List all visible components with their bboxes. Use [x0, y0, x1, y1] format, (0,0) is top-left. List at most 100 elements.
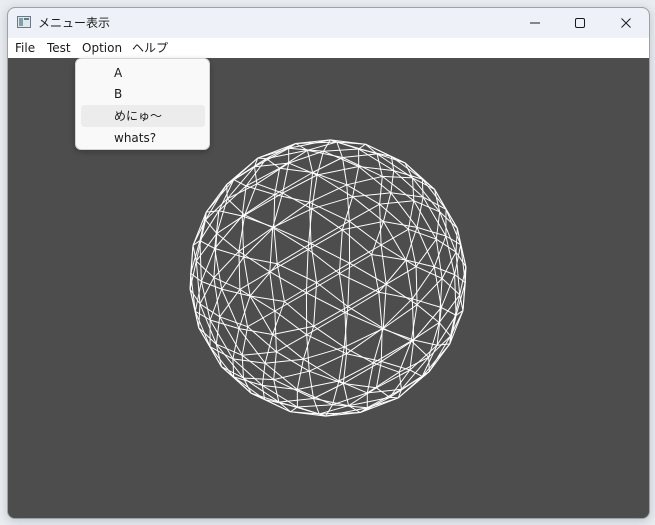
sphere-edge — [338, 273, 346, 313]
sphere-edge — [250, 392, 280, 403]
sphere-edge — [257, 143, 296, 159]
sphere-edge — [437, 343, 450, 346]
sphere-edge — [241, 326, 249, 356]
sphere-edge — [347, 283, 387, 308]
menu-test[interactable]: Test — [47, 40, 71, 56]
title-bar[interactable]: メニュー表示 — [8, 8, 649, 38]
sphere-edge — [381, 176, 415, 202]
sphere-edge — [342, 383, 350, 406]
sphere-edge — [272, 325, 314, 335]
sphere-edge — [232, 328, 240, 359]
dropdown-item-whats[interactable]: whats? — [81, 127, 205, 149]
sphere-edge — [407, 200, 415, 230]
sphere-edge — [360, 397, 399, 413]
close-button[interactable] — [603, 8, 649, 38]
sphere-edge — [206, 210, 219, 213]
sphere-edge — [273, 226, 312, 244]
sphere-edge — [205, 184, 228, 213]
sphere-edge — [221, 288, 240, 329]
sphere-edge — [276, 243, 312, 265]
sphere-edge — [219, 316, 248, 328]
sphere-edge — [199, 240, 215, 249]
sphere-edge — [241, 354, 275, 380]
sphere-edge — [344, 291, 380, 313]
menu-bar: File Test Option ヘルプ — [8, 38, 649, 58]
sphere-edge — [238, 251, 241, 290]
sphere-edge — [282, 192, 313, 210]
sphere-edge — [376, 387, 390, 398]
sphere-edge — [343, 360, 382, 384]
sphere-edge — [380, 244, 387, 285]
sphere-edge — [338, 362, 374, 382]
sphere-edge — [339, 254, 372, 274]
sphere-edge — [343, 327, 384, 348]
sphere-edge — [381, 360, 411, 371]
sphere-edge — [297, 380, 340, 390]
sphere-edge — [378, 259, 407, 293]
sphere-edge — [382, 284, 387, 329]
sphere-edge — [296, 359, 304, 390]
menu-option[interactable]: Option — [82, 40, 122, 56]
maximize-button[interactable] — [557, 8, 603, 38]
sphere-edge — [243, 377, 274, 381]
sphere-edge — [390, 170, 395, 193]
sphere-edge — [302, 326, 315, 360]
sphere-edge — [316, 282, 349, 307]
minimize-icon — [530, 22, 540, 24]
sphere-edge — [421, 179, 424, 198]
sphere-edge — [449, 336, 451, 344]
sphere-edge — [272, 227, 309, 250]
minimize-button[interactable] — [512, 8, 558, 38]
sphere-edge — [269, 271, 276, 312]
sphere-edge — [382, 192, 392, 222]
menu-help[interactable]: ヘルプ — [132, 40, 168, 56]
sphere-edge — [381, 298, 413, 330]
sphere-edge — [309, 172, 314, 203]
sphere-edge — [313, 282, 318, 327]
sphere-edge — [412, 177, 415, 201]
dropdown-item-a[interactable]: A — [81, 62, 205, 84]
sphere-edge — [232, 358, 266, 364]
sphere-edge — [257, 157, 267, 160]
sphere-edge — [378, 292, 383, 329]
sphere-edge — [445, 209, 462, 245]
sphere-edge — [441, 278, 461, 296]
sphere-edge — [347, 306, 384, 329]
dropdown-item-b[interactable]: B — [81, 83, 205, 105]
sphere-edge — [408, 228, 437, 240]
sphere-edge — [415, 266, 418, 305]
sphere-edge — [241, 194, 275, 217]
sphere-edge — [376, 153, 406, 164]
sphere-edge — [284, 301, 315, 327]
sphere-edge — [381, 328, 414, 341]
sphere-edge — [306, 273, 340, 294]
sphere-edge — [311, 208, 343, 231]
sphere-edge — [198, 303, 201, 328]
sphere-edge — [266, 143, 296, 160]
sphere-edge — [243, 256, 278, 265]
sphere-edge — [342, 221, 384, 231]
sphere-edge — [264, 334, 274, 364]
sphere-edge — [371, 254, 380, 293]
sphere-edge — [411, 266, 435, 300]
sphere-edge — [373, 362, 400, 373]
sphere-edge — [313, 325, 345, 348]
sphere-edge — [410, 304, 418, 341]
sphere-edge — [273, 227, 278, 264]
sphere-edge — [310, 220, 350, 244]
sphere-edge — [221, 256, 245, 290]
sphere-edge — [273, 370, 310, 381]
sphere-edge — [352, 166, 360, 197]
sphere-edge — [385, 266, 417, 285]
sphere-edge — [266, 158, 280, 169]
sphere-edge — [310, 243, 350, 264]
sphere-edge — [276, 263, 285, 302]
sphere-edge — [381, 339, 415, 362]
menu-file[interactable]: File — [15, 40, 35, 56]
sphere-edge — [338, 229, 343, 274]
sphere-edge — [323, 148, 359, 152]
dropdown-item-menyu[interactable]: めにゅ〜 — [81, 105, 205, 127]
sphere-edge — [232, 358, 235, 377]
sphere-edge — [194, 311, 211, 347]
sphere-edge — [341, 229, 372, 255]
